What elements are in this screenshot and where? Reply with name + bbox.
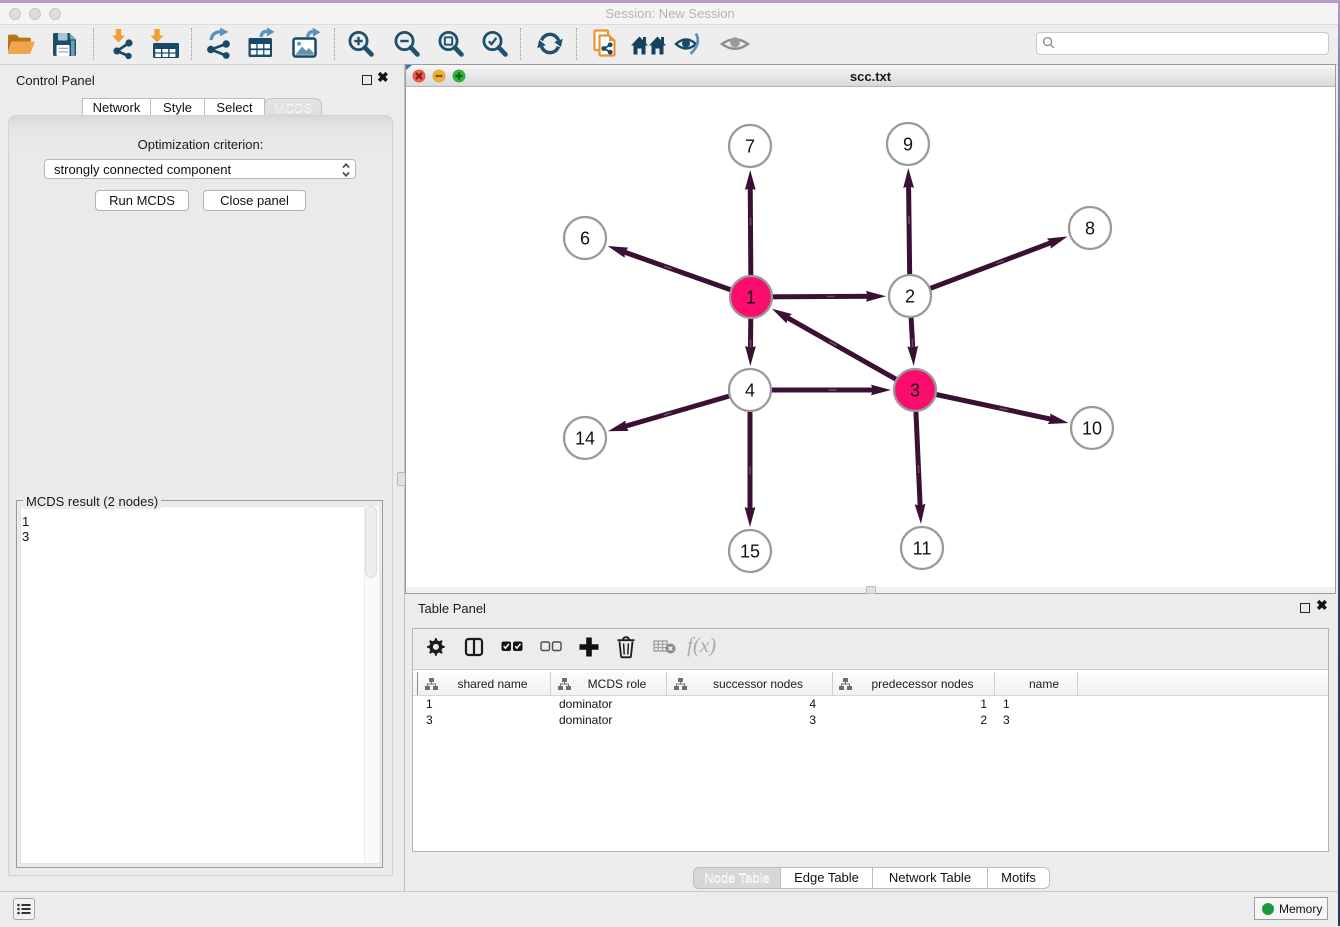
svg-text:1: 1: [746, 288, 756, 308]
svg-text:10: 10: [1082, 419, 1102, 439]
svg-text:6: 6: [580, 229, 590, 249]
svg-text:9: 9: [903, 135, 913, 155]
svg-text:7: 7: [745, 137, 755, 157]
svg-text:2: 2: [905, 287, 915, 307]
svg-text:8: 8: [1085, 219, 1095, 239]
svg-text:15: 15: [740, 542, 760, 562]
svg-text:3: 3: [910, 381, 920, 401]
svg-text:4: 4: [745, 381, 755, 401]
svg-text:14: 14: [575, 429, 595, 449]
svg-text:11: 11: [913, 539, 932, 559]
